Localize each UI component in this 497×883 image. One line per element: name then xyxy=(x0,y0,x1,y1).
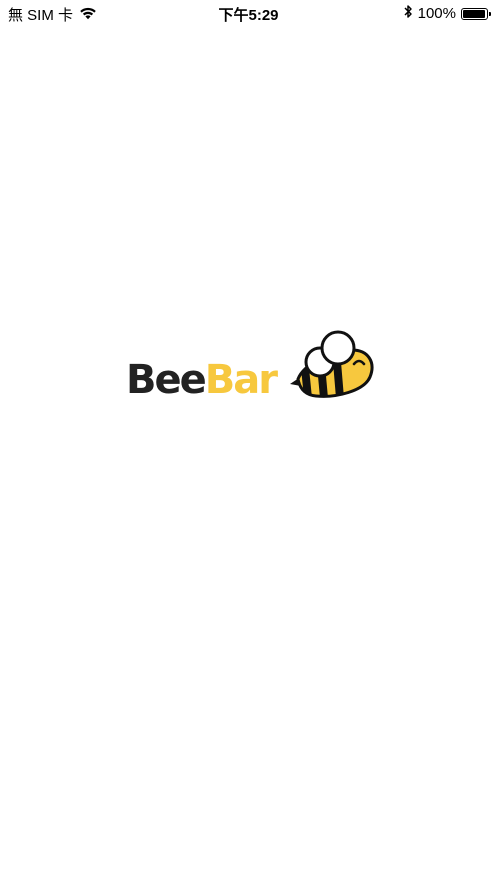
bee-wing-front xyxy=(320,330,356,366)
status-right: 100% xyxy=(403,4,491,23)
bluetooth-icon xyxy=(403,4,413,23)
beebar-logo: BeeBar xyxy=(126,328,376,408)
battery-fill xyxy=(463,9,485,18)
battery-percent: 100% xyxy=(417,5,456,22)
logo-wordmark: BeeBar xyxy=(126,356,278,404)
logo-word-bar: Bar xyxy=(204,357,278,403)
battery-nub xyxy=(489,11,491,16)
bee-icon xyxy=(290,330,374,398)
logo-word-bee: Bee xyxy=(126,357,207,403)
battery-icon xyxy=(461,7,491,20)
status-bar: 無 SIM 卡 下午5:29 100% xyxy=(0,0,497,26)
